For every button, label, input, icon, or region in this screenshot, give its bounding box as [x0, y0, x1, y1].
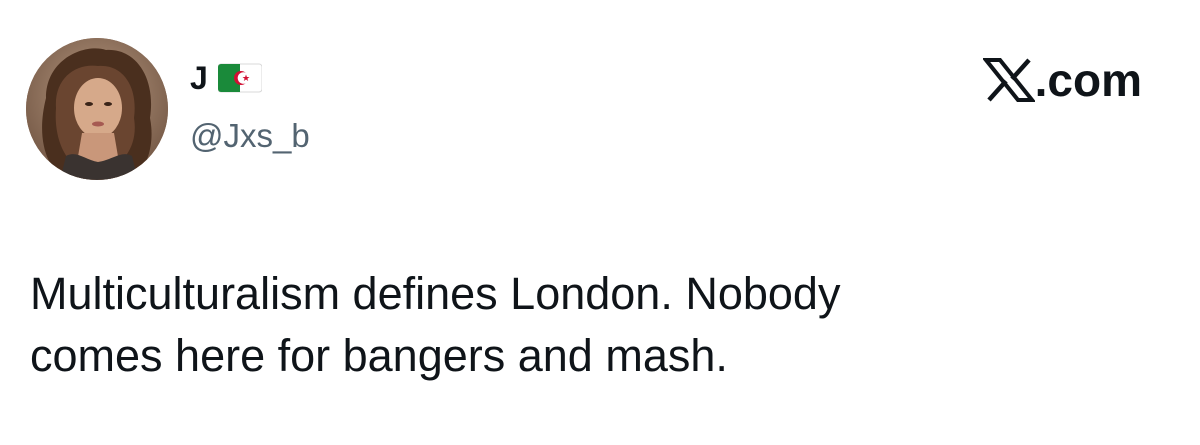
user-handle[interactable]: @Jxs_b [190, 114, 310, 158]
avatar[interactable] [26, 38, 168, 180]
tweet-text: Multiculturalism defines London. Nobody … [30, 263, 1150, 387]
display-name[interactable]: J [190, 58, 208, 98]
brand: .com [981, 52, 1142, 108]
x-logo-icon [981, 57, 1036, 103]
algeria-flag-icon [217, 62, 263, 94]
brand-domain-text: .com [1034, 54, 1142, 106]
tweet-text-line-2: comes here for bangers and mash. [30, 330, 728, 381]
tweet-card: J @Jxs_b .com Multiculturalism defines L… [0, 0, 1200, 445]
avatar-photo [26, 38, 168, 180]
display-name-row: J [190, 58, 263, 98]
tweet-text-line-1: Multiculturalism defines London. Nobody [30, 268, 841, 319]
